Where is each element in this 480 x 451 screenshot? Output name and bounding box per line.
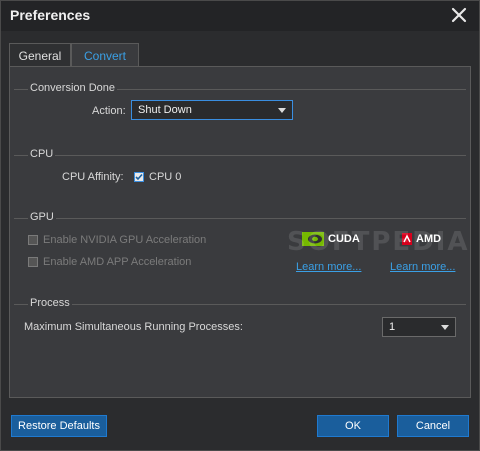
max-processes-label: Maximum Simultaneous Running Processes: [24,321,243,333]
section-divider [14,304,466,305]
section-title-gpu: GPU [28,211,56,223]
nvidia-acceleration-label: Enable NVIDIA GPU Acceleration [43,234,207,246]
tab-bar: General Convert [1,31,479,67]
learn-more-cuda-link[interactable]: Learn more... [296,261,361,273]
section-title-cpu: CPU [28,148,56,160]
cancel-button[interactable]: Cancel [397,415,469,437]
section-divider [14,218,466,219]
softpedia-watermark: SOFTPEDIA [287,227,470,257]
amd-acceleration-checkbox[interactable] [28,257,38,267]
tab-general[interactable]: General [9,43,71,67]
nvidia-acceleration-checkbox[interactable] [28,235,38,245]
ok-button[interactable]: OK [317,415,389,437]
restore-defaults-button[interactable]: Restore Defaults [11,415,107,437]
tab-convert[interactable]: Convert [71,43,139,67]
max-processes-value: 1 [389,321,396,333]
learn-more-amd-link[interactable]: Learn more... [390,261,455,273]
cpu0-label: CPU 0 [149,171,182,183]
cpu0-checkbox[interactable] [134,172,144,182]
footer: Restore Defaults OK Cancel [1,399,479,450]
action-dropdown[interactable]: Shut Down [131,100,293,120]
section-title-process: Process [28,297,72,309]
title-bar: Preferences [1,1,479,31]
section-title-conversion-done: Conversion Done [28,82,117,94]
chevron-down-icon [278,108,286,113]
check-icon [135,173,143,181]
action-value: Shut Down [138,104,192,116]
max-processes-dropdown[interactable]: 1 [382,317,456,337]
preferences-window: Preferences General Convert Conversion D… [0,0,480,451]
action-label: Action: [92,105,126,117]
window-title: Preferences [10,7,91,23]
chevron-down-icon [441,325,449,330]
amd-acceleration-label: Enable AMD APP Acceleration [43,256,192,268]
section-divider [14,155,466,156]
cpu-affinity-label: CPU Affinity: [62,171,124,183]
close-icon[interactable] [451,7,467,23]
